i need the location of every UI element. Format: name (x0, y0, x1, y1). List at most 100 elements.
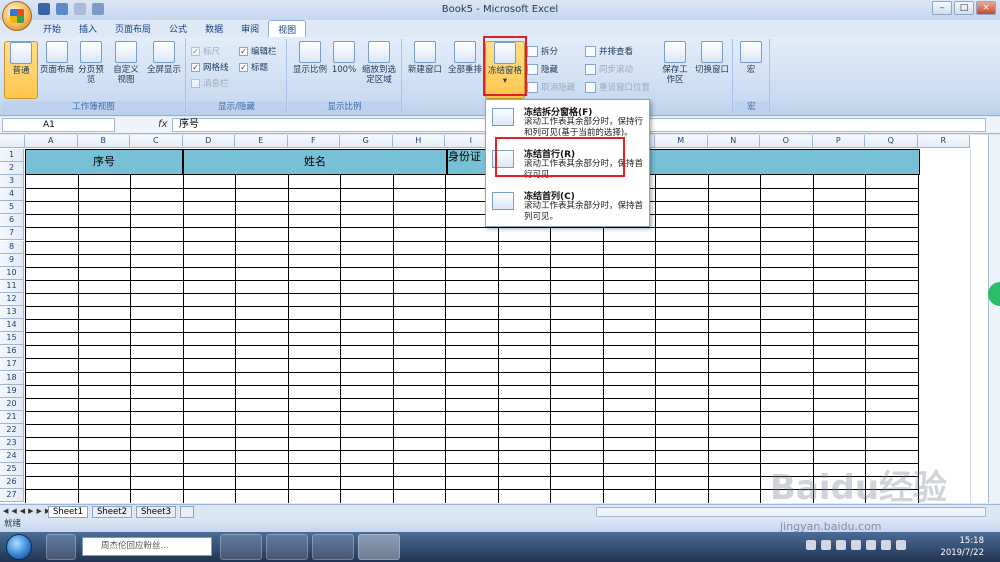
tray-icon[interactable] (806, 540, 816, 550)
macros-button[interactable]: 宏 (735, 41, 767, 75)
row-header[interactable]: 12 (0, 292, 24, 306)
row-header[interactable]: 3 (0, 175, 24, 189)
tray-icon[interactable] (896, 540, 906, 550)
row-header[interactable]: 25 (0, 463, 24, 477)
tab-insert[interactable]: 插入 (70, 20, 106, 37)
row-header[interactable]: 13 (0, 306, 24, 320)
tray-icon[interactable] (881, 540, 891, 550)
column-header[interactable]: H (392, 135, 445, 148)
tab-view[interactable]: 视图 (268, 20, 307, 37)
custom-views-button[interactable]: 自定义视图 (110, 41, 142, 85)
select-all-corner[interactable] (0, 135, 25, 148)
column-header[interactable]: E (235, 135, 288, 148)
reset-window-button[interactable]: 重设窗口位置 (585, 81, 650, 93)
zoom-button[interactable]: 显示比例 (290, 41, 330, 75)
close-button[interactable]: × (976, 1, 996, 15)
minimize-button[interactable]: – (932, 1, 952, 15)
tray-icon[interactable] (821, 540, 831, 550)
gridlines-checkbox[interactable]: ✓ 网格线 (191, 61, 229, 73)
ruler-checkbox[interactable]: ✓ 标尺 (191, 45, 220, 57)
row-header[interactable]: 24 (0, 450, 24, 464)
name-box[interactable]: A1 (2, 118, 115, 132)
column-header[interactable]: C (130, 135, 183, 148)
row-header[interactable]: 9 (0, 253, 24, 267)
unhide-button[interactable]: 取消隐藏 (527, 81, 575, 93)
column-header[interactable]: M (655, 135, 708, 148)
column-header[interactable]: Q (865, 135, 918, 148)
page-break-preview-button[interactable]: 分页预览 (76, 41, 106, 85)
row-header[interactable]: 18 (0, 371, 24, 385)
headings-checkbox[interactable]: ✓ 标题 (239, 61, 268, 73)
sheet-tab-2[interactable]: Sheet2 (92, 506, 132, 518)
column-header[interactable]: R (917, 135, 970, 148)
column-header[interactable]: D (182, 135, 235, 148)
insert-sheet-icon[interactable] (180, 506, 194, 518)
switch-windows-button[interactable]: 切换窗口 (693, 41, 731, 75)
save-workspace-button[interactable]: 保存工作区 (659, 41, 691, 85)
row-header[interactable]: 23 (0, 437, 24, 451)
tab-data[interactable]: 数据 (196, 20, 232, 37)
row-header[interactable]: 17 (0, 358, 24, 372)
normal-view-button[interactable]: 普通 (4, 41, 38, 99)
row-header[interactable]: 27 (0, 489, 24, 503)
tray-icon[interactable] (836, 540, 846, 550)
taskbar-browser-icon[interactable] (220, 534, 262, 560)
sync-scroll-button[interactable]: 同步滚动 (585, 63, 633, 75)
row-header[interactable]: 11 (0, 279, 24, 293)
clock[interactable]: 15:18 2019/7/22 (940, 535, 984, 559)
row-header[interactable]: 10 (0, 266, 24, 280)
row-header[interactable]: 20 (0, 397, 24, 411)
row-header[interactable]: 19 (0, 384, 24, 398)
row-header[interactable]: 8 (0, 240, 24, 254)
zoom-100-button[interactable]: 100% (330, 41, 358, 75)
column-header[interactable]: B (77, 135, 130, 148)
row-header[interactable]: 22 (0, 423, 24, 437)
office-button[interactable] (2, 1, 32, 31)
row-header[interactable]: 7 (0, 227, 24, 241)
side-by-side-button[interactable]: 并排查看 (585, 45, 633, 57)
column-header[interactable]: A (25, 135, 78, 148)
sheet-nav-arrows-icon[interactable]: ◀◀◀▶▶▶ (3, 507, 53, 515)
vertical-scrollbar[interactable] (988, 135, 1000, 503)
row-header[interactable]: 16 (0, 345, 24, 359)
row-header[interactable]: 21 (0, 410, 24, 424)
tab-review[interactable]: 审阅 (232, 20, 268, 37)
tab-formulas[interactable]: 公式 (160, 20, 196, 37)
menu-item-freeze-panes[interactable]: 冻结拆分窗格(F) 滚动工作表其余部分时，保持行和列可见(基于当前的选择)。 (486, 102, 649, 142)
row-header[interactable]: 26 (0, 476, 24, 490)
insert-function-icon[interactable]: fx (158, 119, 167, 130)
split-button[interactable]: 拆分 (527, 45, 558, 57)
taskbar-excel-icon[interactable] (358, 534, 400, 560)
row-header[interactable]: 5 (0, 201, 24, 215)
start-button[interactable] (6, 534, 32, 560)
row-header[interactable]: 1 (0, 149, 24, 162)
taskbar-security-icon[interactable] (312, 534, 354, 560)
row-header[interactable]: 6 (0, 214, 24, 228)
tab-page-layout[interactable]: 页面布局 (106, 20, 160, 37)
taskbar-search-input[interactable]: 周杰伦回应粉丝... (82, 537, 212, 556)
column-header[interactable]: G (340, 135, 393, 148)
column-header[interactable]: N (707, 135, 760, 148)
message-bar-checkbox[interactable]: 消息栏 (191, 77, 229, 89)
formula-bar-checkbox[interactable]: ✓ 编辑栏 (239, 45, 277, 57)
arrange-all-button[interactable]: 全部重排 (445, 41, 485, 75)
column-header[interactable]: O (760, 135, 813, 148)
sheet-tab-1[interactable]: Sheet1 (48, 506, 88, 518)
row-header[interactable]: 15 (0, 332, 24, 346)
row-header[interactable]: 14 (0, 319, 24, 333)
tray-icon[interactable] (866, 540, 876, 550)
header-cell-seq[interactable]: 序号 (25, 149, 183, 175)
tray-icon[interactable] (851, 540, 861, 550)
page-layout-view-button[interactable]: 页面布局 (40, 41, 74, 75)
column-header[interactable]: P (812, 135, 865, 148)
column-header[interactable]: F (287, 135, 340, 148)
full-screen-button[interactable]: 全屏显示 (144, 41, 184, 75)
menu-item-freeze-first-column[interactable]: 冻结首列(C) 滚动工作表其余部分时，保持首列可见。 (486, 186, 649, 226)
hide-button[interactable]: 隐藏 (527, 63, 558, 75)
sheet-tab-3[interactable]: Sheet3 (136, 506, 176, 518)
tab-home[interactable]: 开始 (34, 20, 70, 37)
maximize-button[interactable]: □ (954, 1, 974, 15)
new-window-button[interactable]: 新建窗口 (405, 41, 445, 75)
zoom-selection-button[interactable]: 缩放到选定区域 (360, 41, 398, 85)
taskbar-app-icon[interactable] (46, 534, 76, 560)
